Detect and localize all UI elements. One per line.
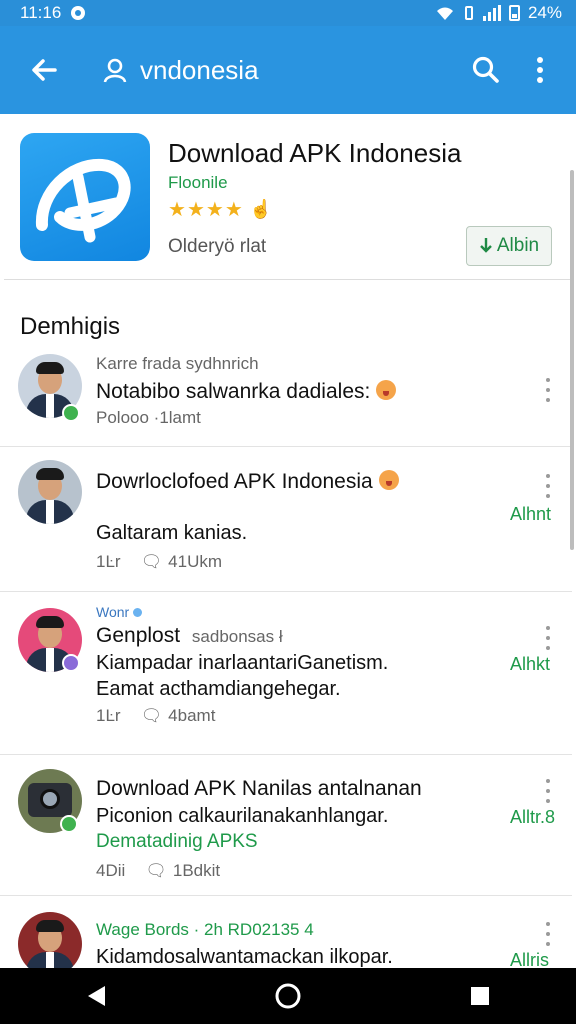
triangle-back-icon [88, 986, 105, 1006]
item-header: Wage Bords · 2h RD02135 4 [96, 920, 314, 939]
star-icon: ★ [205, 198, 224, 221]
item-header: Karre frada sydhnrich [96, 354, 259, 373]
circle-home-icon [275, 983, 301, 1009]
user-icon [103, 58, 127, 83]
search-query: vndonesia [140, 54, 259, 85]
download-icon [480, 238, 492, 253]
nav-back-button[interactable] [71, 971, 121, 1021]
star-icon: ★ [186, 198, 205, 221]
badge-icon [62, 654, 80, 672]
developer-link[interactable]: Floonile [168, 173, 228, 193]
list-item[interactable]: Wonr Genplost sadbonsas ł Kiampadar inar… [0, 592, 572, 755]
item-menu-button[interactable] [540, 474, 556, 498]
emoji-icon [378, 470, 399, 490]
item-meta: 4Dii 🗨 1Bdkit [96, 861, 220, 881]
avatar[interactable] [18, 912, 82, 968]
square-recents-icon [471, 987, 489, 1005]
star-icon: ★ [224, 198, 243, 221]
navigation-bar [0, 968, 576, 1024]
comment-count: 41Ukm [168, 552, 223, 571]
comment-icon: 🗨 [145, 861, 167, 880]
install-link[interactable]: Alhnt [510, 504, 551, 525]
item-title: Kidamdosalwantamackan ilkopar. [96, 946, 393, 968]
item-title-text: Genplost [96, 624, 181, 647]
list-item[interactable]: Wage Bords · 2h RD02135 4 Kidamdosalwant… [0, 896, 572, 968]
avatar[interactable] [18, 460, 82, 524]
battery-level: 24% [527, 3, 562, 22]
search-field[interactable]: vndonesia [102, 55, 466, 86]
item-body: Galtaram kanias. [96, 522, 248, 544]
status-time: 11:16 [20, 3, 62, 22]
scrollbar[interactable] [570, 170, 574, 550]
list-item[interactable]: Download APK Nanilas antalnanan Piconion… [0, 755, 572, 896]
item-title-suffix: sadbonsas ł [191, 627, 283, 646]
comment-count: 4bamt [168, 706, 216, 725]
item-body-line1: Kiampadar inarlaantariGanetism. [96, 652, 389, 674]
item-body-line1: Piconion calkaurilanakanhlangar. [96, 805, 389, 827]
item-menu-button[interactable] [540, 626, 556, 650]
install-link[interactable]: Alhkt [510, 654, 550, 675]
search-icon [472, 56, 499, 83]
wifi-icon [436, 7, 453, 20]
item-body-line2: Dematadinig APKS [96, 831, 258, 852]
emoji-icon [376, 380, 397, 400]
back-button[interactable] [22, 48, 66, 92]
install-link[interactable]: Alltr.8 [510, 807, 555, 828]
overflow-menu-button[interactable] [520, 50, 560, 90]
item-title-text: Notabibo salwanrka dadiales: [96, 380, 371, 403]
comment-count: 1Bdkit [172, 861, 221, 880]
item-title: Dowrloclofoed APK Indonesia [96, 470, 399, 494]
item-header: Wonr [96, 604, 143, 620]
nav-home-button[interactable] [263, 971, 313, 1021]
install-link[interactable]: Allris [510, 950, 549, 968]
star-icon: ★ [168, 198, 186, 221]
app-card[interactable]: Download APK Indonesia Floonile ★ ★ ★ ★ … [4, 116, 570, 280]
item-header-text: Wonr [96, 604, 130, 620]
thumb-up-icon: ☝ [249, 199, 273, 219]
item-body-line2: Eamat acthamdiangehegar. [96, 678, 341, 700]
notification-icon [71, 6, 86, 20]
app-subtitle: Olderyö rlat [168, 236, 267, 257]
item-meta: Polooo ·1lamt [96, 408, 201, 427]
like-count: 1Ŀr [96, 552, 121, 571]
list-item[interactable]: Karre frada sydhnrich Notabibo salwanrka… [0, 342, 572, 447]
item-menu-button[interactable] [540, 779, 556, 803]
list-item[interactable]: Dowrloclofoed APK Indonesia Galtaram kan… [0, 446, 572, 592]
verified-icon [133, 608, 143, 617]
item-menu-button[interactable] [540, 922, 556, 946]
comment-icon: 🗨 [140, 706, 163, 725]
comment-icon: 🗨 [140, 552, 163, 571]
back-arrow-icon [32, 59, 57, 81]
app-logo-icon [20, 133, 150, 261]
search-button[interactable] [466, 50, 506, 90]
item-title: Notabibo salwanrka dadiales: [96, 380, 397, 404]
item-title: Genplost sadbonsas ł [96, 624, 283, 648]
nav-recents-button[interactable] [455, 971, 505, 1021]
section-title: Demhigis [20, 313, 121, 340]
battery-icon [508, 5, 520, 21]
overflow-icon [537, 57, 543, 83]
like-count: 1Ŀr [96, 706, 121, 725]
install-label: Albin [496, 235, 540, 256]
item-title: Download APK Nanilas antalnanan [96, 777, 422, 800]
install-button[interactable]: Albin [466, 226, 552, 266]
badge-icon [60, 815, 78, 833]
rating-stars: ★ ★ ★ ★ ☝ [168, 199, 272, 220]
app-bar: vndonesia [0, 26, 576, 114]
item-menu-button[interactable] [540, 378, 556, 402]
status-bar: 11:16 24% [0, 0, 576, 26]
vibrate-icon [464, 6, 473, 20]
item-meta: 1Ŀr 🗨 4bamt [96, 706, 215, 726]
app-title: Download APK Indonesia [168, 138, 462, 168]
item-meta: 1Ŀr 🗨 41Ukm [96, 552, 222, 572]
like-count: 4Dii [96, 861, 126, 880]
signal-icon [482, 5, 501, 21]
verified-badge-icon [62, 404, 80, 422]
item-title-text: Dowrloclofoed APK Indonesia [96, 470, 373, 493]
